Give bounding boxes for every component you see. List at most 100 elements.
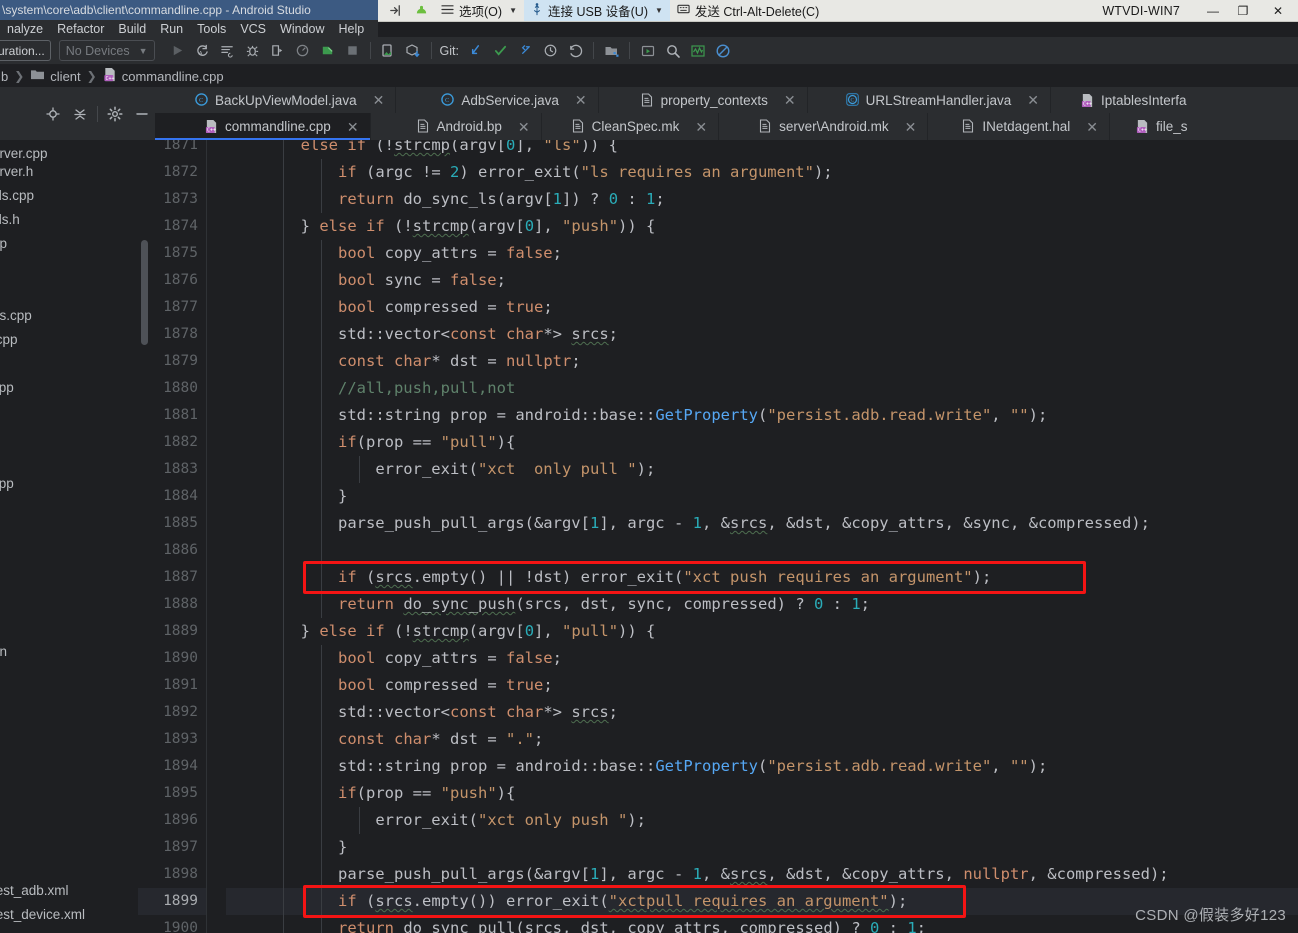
file-tree-item[interactable]: tils.h [0,206,20,233]
breadcrumb-item-file[interactable]: C++ commandline.cpp [102,67,225,85]
code-line[interactable]: if(prop == "pull"){ [226,429,1298,456]
menu-item-vcs[interactable]: VCS [233,20,273,37]
tab-backupviewmodel-java[interactable]: C BackUpViewModel.java ✕ [155,87,397,113]
line-number[interactable]: 1891 [138,672,198,699]
minimize-button[interactable]: — [1198,0,1228,21]
menu-item-window[interactable]: Window [273,20,331,37]
tab-android-bp[interactable]: Android.bp ✕ [370,113,542,140]
tab-iptablesinterface[interactable]: C++ IptablesInterfa [1050,87,1198,113]
settings-gear-icon[interactable] [102,101,129,127]
line-number[interactable]: 1884 [138,483,198,510]
tab-cleanspec-mk[interactable]: CleanSpec.mk ✕ [541,113,720,140]
code-line[interactable]: return do_sync_ls(argv[1]) ? 0 : 1; [226,186,1298,213]
code-line[interactable] [226,537,1298,564]
close-tab-icon[interactable]: ✕ [905,120,917,134]
run-anything-icon[interactable] [635,38,660,64]
code-line[interactable]: } [226,834,1298,861]
search-everywhere-icon[interactable] [660,38,685,64]
file-tree-item[interactable]: on [0,638,7,665]
file-tree-item[interactable]: .cpp [0,326,18,353]
close-tab-icon[interactable]: ✕ [575,93,587,107]
line-number[interactable]: 1898 [138,861,198,888]
code-line[interactable]: const char* dst = "."; [226,726,1298,753]
line-number[interactable]: 1899 [138,888,198,915]
code-line[interactable]: if(prop == "push"){ [226,780,1298,807]
tab-file-s[interactable]: C++ file_s [1109,113,1199,140]
project-file-tree[interactable]: erver.cpperver.htils.cpptils.hppns.cpp.c… [0,140,138,933]
code-content[interactable]: else if (!strcmp(argv[0], "ls")) { if (a… [206,140,1298,933]
file-tree-item[interactable]: test_adb.xml [0,877,69,904]
device-selector[interactable]: No Devices ▼ [58,40,155,61]
close-tab-icon[interactable]: ✕ [347,120,359,134]
avd-manager-icon[interactable] [376,38,401,64]
close-tab-icon[interactable]: ✕ [1027,93,1039,107]
code-line[interactable]: error_exit("xct only pull "); [226,456,1298,483]
line-number[interactable]: 1872 [138,159,198,186]
line-number[interactable]: 1887 [138,564,198,591]
run-with-coverage-icon[interactable] [215,38,240,64]
file-tree-item[interactable]: cpp [0,470,14,497]
line-number[interactable]: 1879 [138,348,198,375]
close-tab-icon[interactable]: ✕ [373,93,385,107]
code-line[interactable]: const char* dst = nullptr; [226,348,1298,375]
close-tab-icon[interactable]: ✕ [695,120,707,134]
editor-gutter[interactable]: 1871 1872 1873 1874 1875 1876 1877 1878 1879 1880… [138,140,206,933]
line-number[interactable]: 1886 [138,537,198,564]
code-line[interactable]: else if (!strcmp(argv[0], "ls")) { [226,140,1298,159]
line-number[interactable]: 1873 [138,186,198,213]
code-line[interactable]: } [226,483,1298,510]
code-editor[interactable]: 1871 1872 1873 1874 1875 1876 1877 1878 1879 1880… [138,140,1298,933]
close-tab-icon[interactable]: ✕ [1086,120,1098,134]
tab-server-android-mk[interactable]: server\Android.mk ✕ [719,113,929,140]
stop-icon[interactable] [340,38,365,64]
rerun-icon[interactable]: A [190,38,215,64]
tab-property-contexts[interactable]: property_contexts ✕ [598,87,808,113]
code-line[interactable]: bool compressed = true; [226,672,1298,699]
menu-item-tools[interactable]: Tools [190,20,233,37]
line-number[interactable]: 1900 [138,915,198,933]
code-folding-strip[interactable] [206,140,227,933]
code-line[interactable]: return do_sync_push(srcs, dst, sync, com… [226,591,1298,618]
apply-changes-icon[interactable] [315,38,340,64]
tab-commandline-cpp[interactable]: C++ commandline.cpp ✕ [155,113,371,140]
line-number[interactable]: 1877 [138,294,198,321]
menu-item-refactor[interactable]: Refactor [50,20,111,37]
code-line[interactable]: parse_push_pull_args(&argv[1], argc - 1,… [226,510,1298,537]
line-number[interactable]: 1876 [138,267,198,294]
menu-item-run[interactable]: Run [153,20,190,37]
attach-debugger-icon[interactable] [265,38,290,64]
code-line[interactable]: bool copy_attrs = false; [226,645,1298,672]
code-line[interactable]: } else if (!strcmp(argv[0], "push")) { [226,213,1298,240]
line-number[interactable]: 1880 [138,375,198,402]
profile-icon[interactable] [290,38,315,64]
file-tree-item[interactable]: pp [0,230,7,257]
close-tab-icon[interactable]: ✕ [518,120,530,134]
restore-button[interactable]: ❐ [1228,0,1258,21]
file-tree-item[interactable]: erver.h [0,158,33,185]
tab-urlstreamhandler-java[interactable]: C URLStreamHandler.java ✕ [807,87,1051,113]
code-line[interactable]: parse_push_pull_args(&argv[1], argc - 1,… [226,861,1298,888]
debug-icon[interactable] [240,38,265,64]
line-number[interactable]: 1888 [138,591,198,618]
line-number[interactable]: 1893 [138,726,198,753]
line-number[interactable]: 1878 [138,321,198,348]
menu-item-help[interactable]: Help [331,20,371,37]
vm-usb-menu[interactable]: 连接 USB 设备(U) ▼ [523,0,670,21]
run-icon[interactable] [165,38,190,64]
menu-item-build[interactable]: Build [111,20,153,37]
vm-send-cad-button[interactable]: 发送 Ctrl-Alt-Delete(C) [670,0,826,21]
locate-file-icon[interactable] [40,101,67,127]
code-line[interactable]: bool sync = false; [226,267,1298,294]
line-number[interactable]: 1896 [138,807,198,834]
code-line[interactable]: } else if (!strcmp(argv[0], "pull")) { [226,618,1298,645]
code-line[interactable]: std::string prop = android::base::GetPro… [226,753,1298,780]
line-number[interactable]: 1882 [138,429,198,456]
code-line[interactable]: std::string prop = android::base::GetPro… [226,402,1298,429]
line-number[interactable]: 1897 [138,834,198,861]
line-number[interactable]: 1889 [138,618,198,645]
menu-item-analyze[interactable]: nalyze [0,20,50,37]
line-number[interactable]: 1892 [138,699,198,726]
code-line[interactable]: std::vector<const char*> srcs; [226,699,1298,726]
code-line[interactable]: bool copy_attrs = false; [226,240,1298,267]
sdk-manager-icon[interactable] [401,38,426,64]
